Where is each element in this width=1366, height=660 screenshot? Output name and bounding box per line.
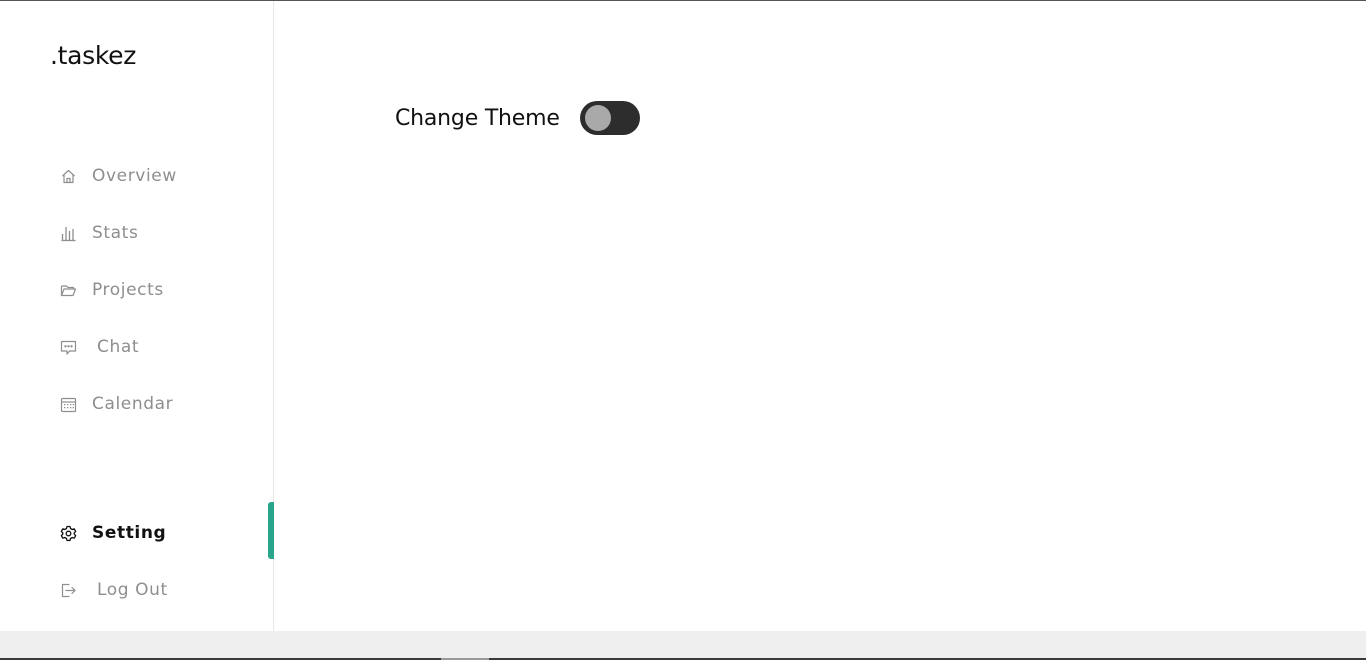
sidebar-item-label: Calendar: [92, 394, 174, 414]
bar-chart-icon: [60, 225, 77, 242]
sidebar-item-setting[interactable]: Setting: [60, 518, 166, 548]
sidebar-item-label: Overview: [92, 166, 177, 186]
sidebar-item-label: Setting: [92, 523, 167, 543]
sidebar-item-calendar[interactable]: Calendar: [60, 389, 173, 419]
folder-icon: [60, 282, 77, 299]
sidebar-item-label: Stats: [92, 223, 139, 243]
calendar-icon: [60, 396, 77, 413]
gear-icon: [60, 525, 77, 542]
sidebar-item-chat[interactable]: Chat: [60, 332, 139, 362]
sidebar-item-label: Chat: [97, 337, 140, 357]
logout-icon: [60, 582, 77, 599]
sidebar: .taskez Overview Stats Projects Chat Cal…: [0, 1, 274, 631]
main-content: Change Theme: [275, 1, 1366, 631]
bottom-scrollbar-area: [0, 631, 1366, 660]
toggle-knob: [584, 105, 611, 131]
sidebar-item-label: Projects: [92, 280, 164, 300]
sidebar-item-overview[interactable]: Overview: [60, 161, 177, 191]
app-window: .taskez Overview Stats Projects Chat Cal…: [0, 0, 1366, 631]
active-indicator: [268, 502, 274, 559]
app-logo: .taskez: [50, 41, 137, 70]
theme-toggle[interactable]: [579, 101, 640, 135]
home-icon: [60, 168, 77, 185]
chat-icon: [60, 339, 77, 356]
sidebar-item-stats[interactable]: Stats: [60, 218, 138, 248]
sidebar-item-projects[interactable]: Projects: [60, 275, 164, 305]
logout-button[interactable]: Log Out: [60, 575, 168, 605]
theme-label: Change Theme: [395, 105, 560, 131]
sidebar-item-label: Log Out: [97, 580, 168, 600]
theme-setting-row: Change Theme: [395, 101, 640, 135]
